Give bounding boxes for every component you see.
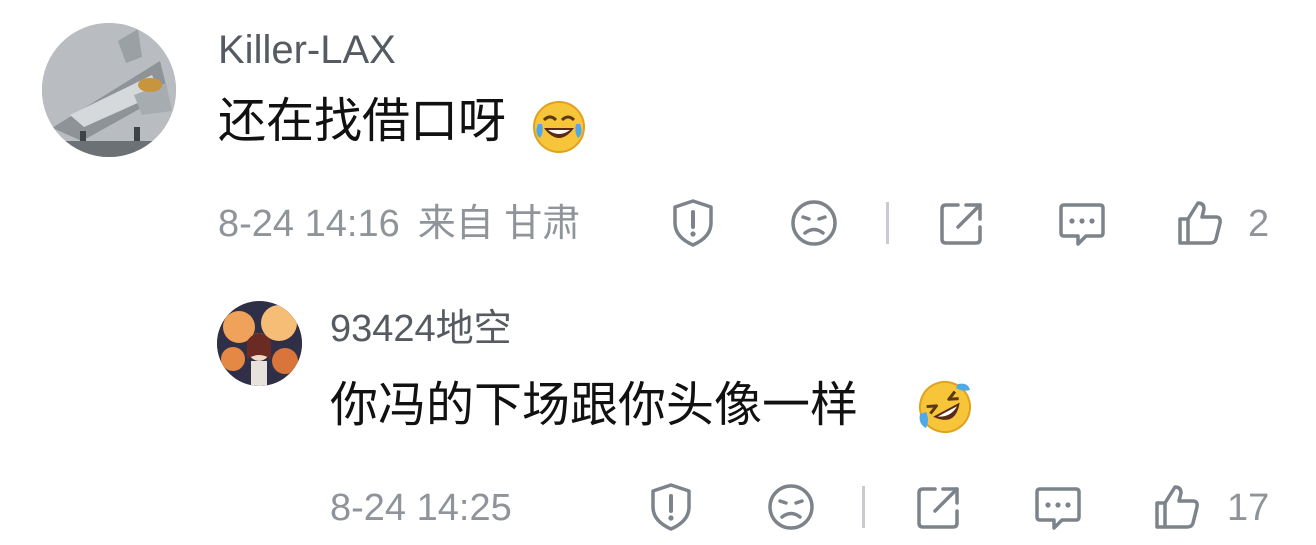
sad-face-icon[interactable] — [765, 481, 817, 533]
sad-face-icon[interactable] — [788, 197, 840, 249]
avatar[interactable] — [217, 301, 302, 386]
fighter-jet-avatar-image — [42, 23, 176, 157]
comment-bubble-icon[interactable] — [1056, 197, 1108, 249]
comment-meta: 8-24 14:25 — [330, 484, 512, 532]
username[interactable]: Killer-LAX — [218, 26, 396, 74]
thumbs-up-icon[interactable] — [1151, 481, 1203, 533]
comment-location: 来自 甘肃 — [417, 203, 581, 245]
comment-time: 8-24 14:25 — [330, 487, 512, 529]
like-count: 2 — [1248, 203, 1270, 245]
rolling-laugh-emoji — [918, 380, 972, 434]
avatar[interactable] — [42, 23, 176, 157]
comment-body: 你冯的下场跟你头像一样 — [330, 379, 859, 432]
share-icon[interactable] — [913, 481, 965, 533]
comment-text: 你冯的下场跟你头像一样 — [330, 378, 858, 434]
share-icon[interactable] — [936, 197, 988, 249]
shield-exclamation-icon[interactable] — [645, 481, 697, 533]
action-divider — [862, 486, 865, 528]
laugh-cry-emoji — [532, 100, 586, 154]
action-divider — [886, 202, 889, 244]
comment-body: 还在找借口呀 — [218, 95, 507, 148]
comment-meta: 8-24 14:16 来自 甘肃 — [218, 200, 580, 248]
comment-thread: Killer-LAX 还在找借口呀 8-24 14:16 来自 甘肃 2 934… — [0, 0, 1316, 545]
anime-avatar-image — [217, 301, 302, 386]
thumbs-up-icon[interactable] — [1174, 197, 1226, 249]
shield-exclamation-icon[interactable] — [667, 197, 719, 249]
comment-bubble-icon[interactable] — [1032, 481, 1084, 533]
username[interactable]: 93424地空 — [330, 305, 512, 353]
like-count: 17 — [1227, 487, 1270, 529]
comment-text: 还在找借口呀 — [218, 94, 506, 150]
comment-time: 8-24 14:16 — [218, 203, 400, 245]
